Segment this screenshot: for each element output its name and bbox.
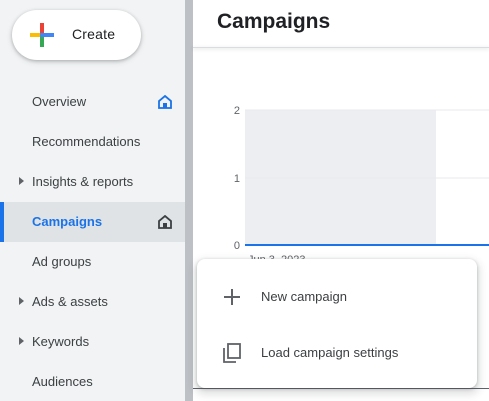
menu-item-label: Load campaign settings	[261, 345, 399, 360]
sidebar-item-recommendations[interactable]: Recommendations	[0, 122, 185, 162]
home-icon	[158, 215, 172, 229]
google-plus-icon	[30, 23, 54, 47]
sidebar-item-campaigns[interactable]: Campaigns	[0, 202, 185, 242]
sidebar-item-label: Overview	[32, 94, 87, 109]
menu-item-label: New campaign	[261, 289, 347, 304]
page-title: Campaigns	[217, 10, 331, 33]
sidebar-item-label: Audiences	[32, 374, 93, 389]
menu-item-new-campaign[interactable]: New campaign	[197, 269, 477, 325]
sidebar-item-keywords[interactable]: Keywords	[0, 322, 185, 362]
plus-icon	[224, 289, 240, 305]
menu-item-load-campaign-settings[interactable]: Load campaign settings	[197, 325, 477, 381]
sidebar-item-label: Keywords	[32, 334, 90, 349]
caret-right-icon	[19, 337, 24, 345]
sidebar-item-ad-groups[interactable]: Ad groups	[0, 242, 185, 282]
create-button[interactable]: Create	[12, 10, 141, 60]
sidebar: Create Overview Recommendations Insights…	[0, 0, 185, 401]
sidebar-item-label: Recommendations	[32, 134, 141, 149]
sidebar-item-label: Ad groups	[32, 254, 92, 269]
sidebar-item-audiences[interactable]: Audiences	[0, 362, 185, 401]
home-icon	[158, 95, 172, 109]
create-label: Create	[72, 26, 116, 42]
sidebar-item-label: Campaigns	[32, 214, 103, 229]
title-divider	[193, 47, 489, 48]
bottom-divider	[193, 388, 489, 389]
sidebar-item-label: Insights & reports	[32, 174, 134, 189]
caret-right-icon	[19, 297, 24, 305]
active-indicator	[0, 202, 4, 242]
sidebar-item-overview[interactable]: Overview	[0, 82, 185, 122]
y-tick-label: 0	[234, 240, 240, 252]
sidebar-item-label: Ads & assets	[32, 294, 108, 309]
caret-right-icon	[19, 177, 24, 185]
sidebar-item-ads-assets[interactable]: Ads & assets	[0, 282, 185, 322]
performance-chart: 2 1 0 Jun 3, 2023	[234, 105, 489, 266]
sidebar-resize-handle[interactable]	[185, 0, 193, 401]
create-menu: New campaign Load campaign settings	[197, 259, 477, 388]
copy-icon	[223, 343, 241, 363]
y-tick-label: 2	[234, 105, 240, 117]
y-tick-label: 1	[234, 173, 240, 185]
sidebar-item-insights-reports[interactable]: Insights & reports	[0, 162, 185, 202]
